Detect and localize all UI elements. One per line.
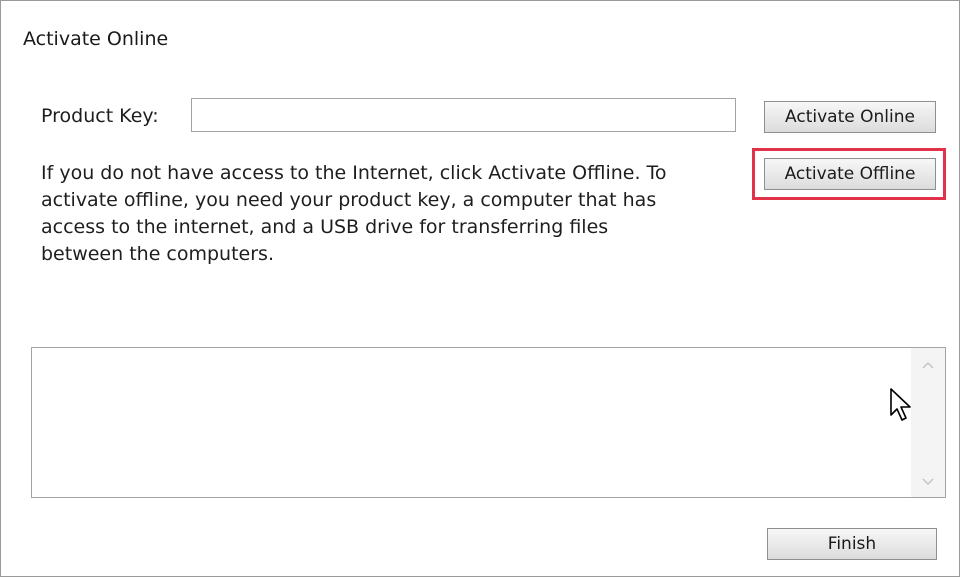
- activate-online-button[interactable]: Activate Online: [764, 101, 936, 133]
- instruction-line: If you do not have access to the Interne…: [41, 162, 667, 184]
- instruction-line: access to the internet, and a USB drive …: [41, 216, 609, 238]
- chevron-down-icon[interactable]: [911, 473, 945, 493]
- chevron-up-icon[interactable]: [911, 356, 945, 376]
- dialog-title: Activate Online: [23, 28, 169, 50]
- activate-offline-button[interactable]: Activate Offline: [764, 158, 936, 190]
- offline-instructions: If you do not have access to the Interne…: [41, 160, 741, 268]
- product-key-input[interactable]: [191, 98, 736, 132]
- finish-button[interactable]: Finish: [767, 528, 937, 560]
- product-key-label: Product Key:: [41, 105, 159, 127]
- status-log-box[interactable]: [31, 347, 946, 498]
- mouse-pointer-icon: [889, 387, 917, 423]
- activation-dialog: Activate Online Product Key: Activate On…: [0, 0, 960, 577]
- instruction-line: activate offline, you need your product …: [41, 189, 657, 211]
- instruction-line: between the computers.: [41, 243, 274, 265]
